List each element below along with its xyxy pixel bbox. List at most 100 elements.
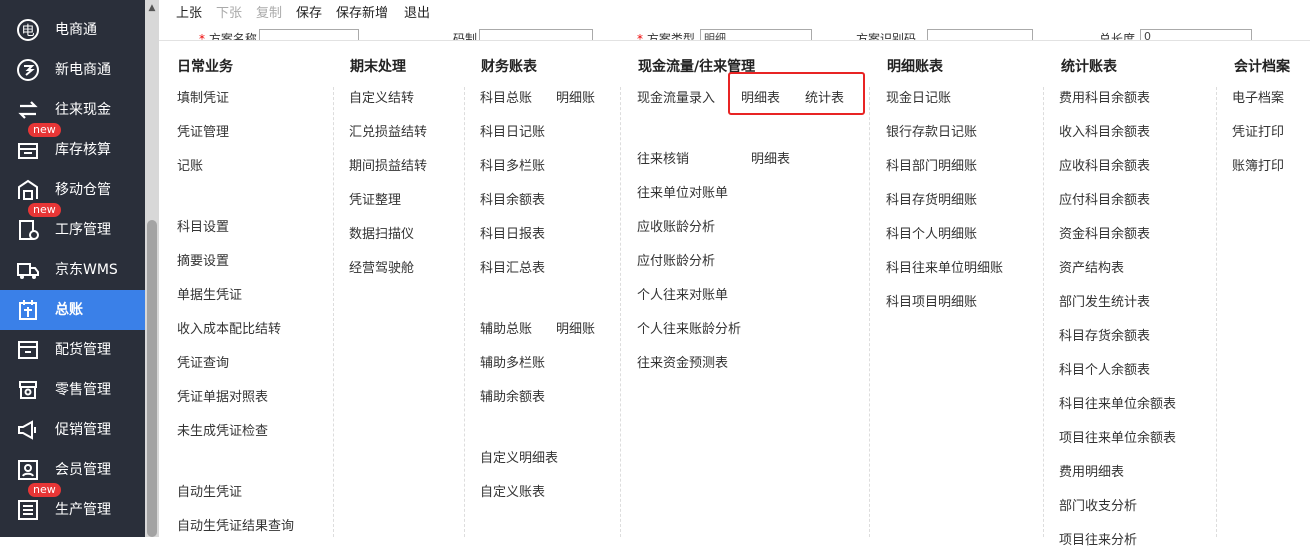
menu-item-stock-balance[interactable]: 科目存货余额表 [1059, 328, 1150, 346]
menu-item-custom-report[interactable]: 自定义账表 [480, 484, 545, 502]
menu-item-aux-multi-column[interactable]: 辅助多栏账 [480, 355, 545, 373]
menu-item-aux-detail-ledger[interactable]: 明细账 [556, 321, 595, 339]
scrollbar-thumb[interactable] [147, 220, 157, 537]
menu-item-account-general-ledger[interactable]: 科目总账 [480, 90, 532, 108]
sidebar-label: 库存核算 [55, 142, 111, 158]
menu-item-voucher-print[interactable]: 凭证打印 [1232, 124, 1284, 142]
menu-item-reconciliation-detail[interactable]: 明细表 [751, 151, 790, 169]
menu-item-detail-ledger[interactable]: 明细账 [556, 90, 595, 108]
sidebar-label: 电商通 [55, 22, 97, 38]
menu-item-receivable-aging[interactable]: 应收账龄分析 [637, 219, 715, 237]
menu-item-auto-voucher-result[interactable]: 自动生凭证结果查询 [177, 518, 294, 536]
sidebar-item-exchange-cash[interactable]: 往来现金 [0, 90, 145, 130]
menu-item-voucher-query[interactable]: 凭证查询 [177, 355, 229, 373]
menu-item-project-partner-balance[interactable]: 项目往来单位余额表 [1059, 430, 1176, 448]
menu-item-fund-balance[interactable]: 资金科目余额表 [1059, 226, 1150, 244]
menu-item-cash-journal[interactable]: 现金日记账 [886, 90, 951, 108]
menu-item-account-multi-column[interactable]: 科目多栏账 [480, 158, 545, 176]
scheme-code-input[interactable] [927, 29, 1033, 40]
menu-item-receivable-balance[interactable]: 应收科目余额表 [1059, 158, 1150, 176]
sidebar-item-new-ecommerce[interactable]: 新电商通 [0, 50, 145, 90]
save-button[interactable]: 保存 [296, 2, 322, 21]
sidebar-item-promotion[interactable]: 促销管理 [0, 410, 145, 450]
menu-item-stock-detail[interactable]: 科目存货明细账 [886, 192, 977, 210]
sidebar-item-inventory[interactable]: new 库存核算 [0, 123, 145, 170]
menu-item-personal-aging[interactable]: 个人往来账龄分析 [637, 321, 741, 339]
total-length-input[interactable]: 0 [1140, 29, 1252, 40]
menu-item-income-cost-matching[interactable]: 收入成本配比结转 [177, 321, 281, 339]
menu-item-data-scanner[interactable]: 数据扫描仪 [349, 226, 414, 244]
menu-item-summary-setting[interactable]: 摘要设置 [177, 253, 229, 271]
sidebar-label: 促销管理 [55, 422, 111, 438]
save-new-button[interactable]: 保存新增 [336, 2, 388, 21]
menu-item-cashflow-entry[interactable]: 现金流量录入 [637, 90, 715, 108]
menu-item-ungenerated-voucher-check[interactable]: 未生成凭证检查 [177, 423, 268, 441]
menu-item-expense-balance[interactable]: 费用科目余额表 [1059, 90, 1150, 108]
menu-item-e-archive[interactable]: 电子档案 [1232, 90, 1284, 108]
sidebar-item-ecommerce[interactable]: 电 电商通 [0, 10, 145, 50]
inventory-icon [18, 143, 38, 159]
sidebar-item-general-ledger[interactable]: 总账 [0, 290, 145, 330]
scheme-type-select[interactable]: 明细 [700, 29, 812, 40]
menu-item-voucher-document-compare[interactable]: 凭证单据对照表 [177, 389, 268, 407]
sidebar-item-production[interactable]: new 生产管理 [0, 483, 145, 530]
menu-item-personal-balance[interactable]: 科目个人余额表 [1059, 362, 1150, 380]
menu-item-project-detail[interactable]: 科目项目明细账 [886, 294, 977, 312]
menu-item-payable-balance[interactable]: 应付科目余额表 [1059, 192, 1150, 210]
menu-item-post[interactable]: 记账 [177, 158, 203, 176]
exit-button[interactable]: 退出 [404, 2, 430, 21]
menu-item-expense-detail[interactable]: 费用明细表 [1059, 464, 1124, 482]
menu-item-account-summary[interactable]: 科目汇总表 [480, 260, 545, 278]
scheme-name-input[interactable] [259, 29, 359, 40]
sidebar-scrollbar[interactable]: ▲ [145, 0, 159, 537]
scroll-up-icon[interactable]: ▲ [145, 0, 159, 16]
menu-item-business-cockpit[interactable]: 经营驾驶舱 [349, 260, 414, 278]
menu-item-account-daily-report[interactable]: 科目日报表 [480, 226, 545, 244]
code-type-label: 码制 [453, 32, 478, 41]
menu-item-bank-journal[interactable]: 银行存款日记账 [886, 124, 977, 142]
sidebar-label: 工序管理 [55, 222, 111, 238]
menu-item-income-balance[interactable]: 收入科目余额表 [1059, 124, 1150, 142]
menu-item-dept-statistics[interactable]: 部门发生统计表 [1059, 294, 1150, 312]
sidebar-item-jd-wms[interactable]: 京东WMS [0, 250, 145, 290]
menu-item-custom-detail[interactable]: 自定义明细表 [480, 450, 558, 468]
menu-item-aux-balance[interactable]: 辅助余额表 [480, 389, 545, 407]
menu-item-reconciliation[interactable]: 往来核销 [637, 151, 689, 169]
menu-item-dept-detail[interactable]: 科目部门明细账 [886, 158, 977, 176]
menu-item-account-balance[interactable]: 科目余额表 [480, 192, 545, 210]
menu-item-voucher-management[interactable]: 凭证管理 [177, 124, 229, 142]
sidebar-item-member[interactable]: 会员管理 [0, 450, 145, 490]
menu-item-account-journal[interactable]: 科目日记账 [480, 124, 545, 142]
menu-item-ledger-print[interactable]: 账簿打印 [1232, 158, 1284, 176]
menu-item-project-partner-analysis[interactable]: 项目往来分析 [1059, 532, 1137, 550]
column-divider [1043, 87, 1044, 537]
menu-item-fund-forecast[interactable]: 往来资金预测表 [637, 355, 728, 373]
menu-item-account-setting[interactable]: 科目设置 [177, 219, 229, 237]
menu-item-partner-balance[interactable]: 科目往来单位余额表 [1059, 396, 1176, 414]
menu-item-personal-detail[interactable]: 科目个人明细账 [886, 226, 977, 244]
sidebar-item-distribution[interactable]: 配货管理 [0, 330, 145, 370]
menu-item-dept-income-expense[interactable]: 部门收支分析 [1059, 498, 1137, 516]
menu-item-partner-detail[interactable]: 科目往来单位明细账 [886, 260, 1003, 278]
menu-item-fill-voucher[interactable]: 填制凭证 [177, 90, 229, 108]
code-type-select[interactable] [479, 29, 593, 40]
menu-item-payable-aging[interactable]: 应付账龄分析 [637, 253, 715, 271]
menu-item-document-to-voucher[interactable]: 单据生凭证 [177, 287, 242, 305]
sidebar-item-process[interactable]: new 工序管理 [0, 203, 145, 250]
menu-item-asset-structure[interactable]: 资产结构表 [1059, 260, 1124, 278]
copy-button[interactable]: 复制 [256, 2, 282, 21]
prev-button[interactable]: 上张 [176, 2, 202, 21]
menu-item-partner-statement[interactable]: 往来单位对账单 [637, 185, 728, 203]
menu-item-voucher-organize[interactable]: 凭证整理 [349, 192, 401, 210]
menu-item-custom-carryover[interactable]: 自定义结转 [349, 90, 414, 108]
exchange-icon [18, 101, 38, 119]
sidebar-item-retail[interactable]: 零售管理 [0, 370, 145, 410]
menu-item-aux-general-ledger[interactable]: 辅助总账 [480, 321, 532, 339]
next-button[interactable]: 下张 [216, 2, 242, 21]
menu-item-auto-voucher[interactable]: 自动生凭证 [177, 484, 242, 502]
menu-item-exchange-carryover[interactable]: 汇兑损益结转 [349, 124, 427, 142]
sidebar-item-mobile-warehouse[interactable]: 移动仓管 [0, 170, 145, 210]
menu-item-personal-statement[interactable]: 个人往来对账单 [637, 287, 728, 305]
sidebar-label: 新电商通 [55, 62, 111, 78]
menu-item-period-pl-carryover[interactable]: 期间损益结转 [349, 158, 427, 176]
